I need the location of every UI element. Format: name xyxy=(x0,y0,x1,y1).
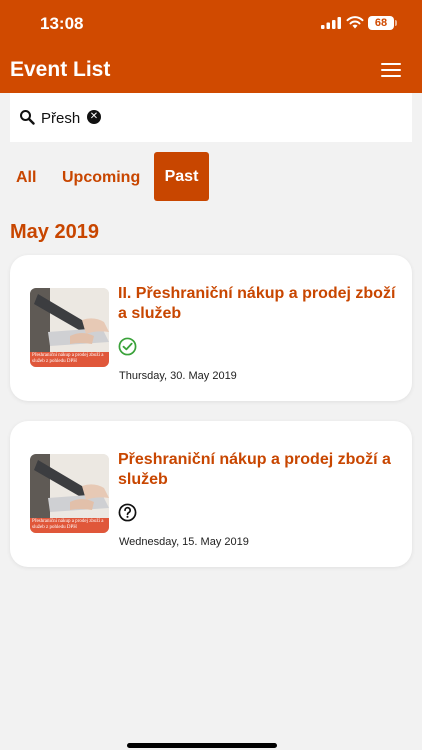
check-circle-icon xyxy=(118,337,137,356)
battery-tip xyxy=(395,20,397,26)
month-section-title: May 2019 xyxy=(10,221,99,243)
event-card[interactable]: Přeshraniční nákup a prodej zboží a služ… xyxy=(10,255,412,401)
clear-search-icon[interactable]: ✕ xyxy=(87,110,101,124)
hamburger-icon xyxy=(381,75,401,78)
laptop-photo xyxy=(30,454,109,518)
event-date: Thursday, 30. May 2019 xyxy=(119,370,237,382)
laptop-photo xyxy=(30,288,109,352)
status-time: 13:08 xyxy=(40,14,84,33)
event-card[interactable]: Přeshraniční nákup a prodej zboží a služ… xyxy=(10,421,412,567)
app-header: 13:08 68 Event List xyxy=(0,0,422,93)
search-input[interactable] xyxy=(41,105,241,131)
battery-indicator: 68 xyxy=(368,16,394,30)
question-circle-icon xyxy=(118,503,137,522)
event-title[interactable]: Přeshraniční nákup a prodej zboží a služ… xyxy=(118,450,398,490)
cellular-signal-icon xyxy=(321,17,341,29)
tab-all[interactable]: All xyxy=(16,153,36,202)
event-title[interactable]: II. Přeshraniční nákup a prodej zboží a … xyxy=(118,284,398,324)
event-thumbnail: Přeshraniční nákup a prodej zboží a služ… xyxy=(30,454,109,533)
thumbnail-caption: Přeshraniční nákup a prodej zboží a služ… xyxy=(30,352,109,367)
hamburger-icon xyxy=(381,69,401,72)
event-date: Wednesday, 15. May 2019 xyxy=(119,536,249,548)
tab-upcoming[interactable]: Upcoming xyxy=(62,153,140,202)
event-thumbnail: Přeshraniční nákup a prodej zboží a služ… xyxy=(30,288,109,367)
wifi-icon xyxy=(346,16,364,29)
search-icon xyxy=(20,110,35,125)
page-title: Event List xyxy=(10,58,111,81)
menu-button[interactable] xyxy=(378,58,404,82)
thumbnail-caption: Přeshraniční nákup a prodej zboží a služ… xyxy=(30,518,109,533)
search-bar: ✕ xyxy=(10,93,412,142)
home-indicator xyxy=(127,743,277,748)
status-bar: 13:08 68 xyxy=(0,0,422,47)
tab-past[interactable]: Past xyxy=(154,152,209,201)
hamburger-icon xyxy=(381,63,401,66)
